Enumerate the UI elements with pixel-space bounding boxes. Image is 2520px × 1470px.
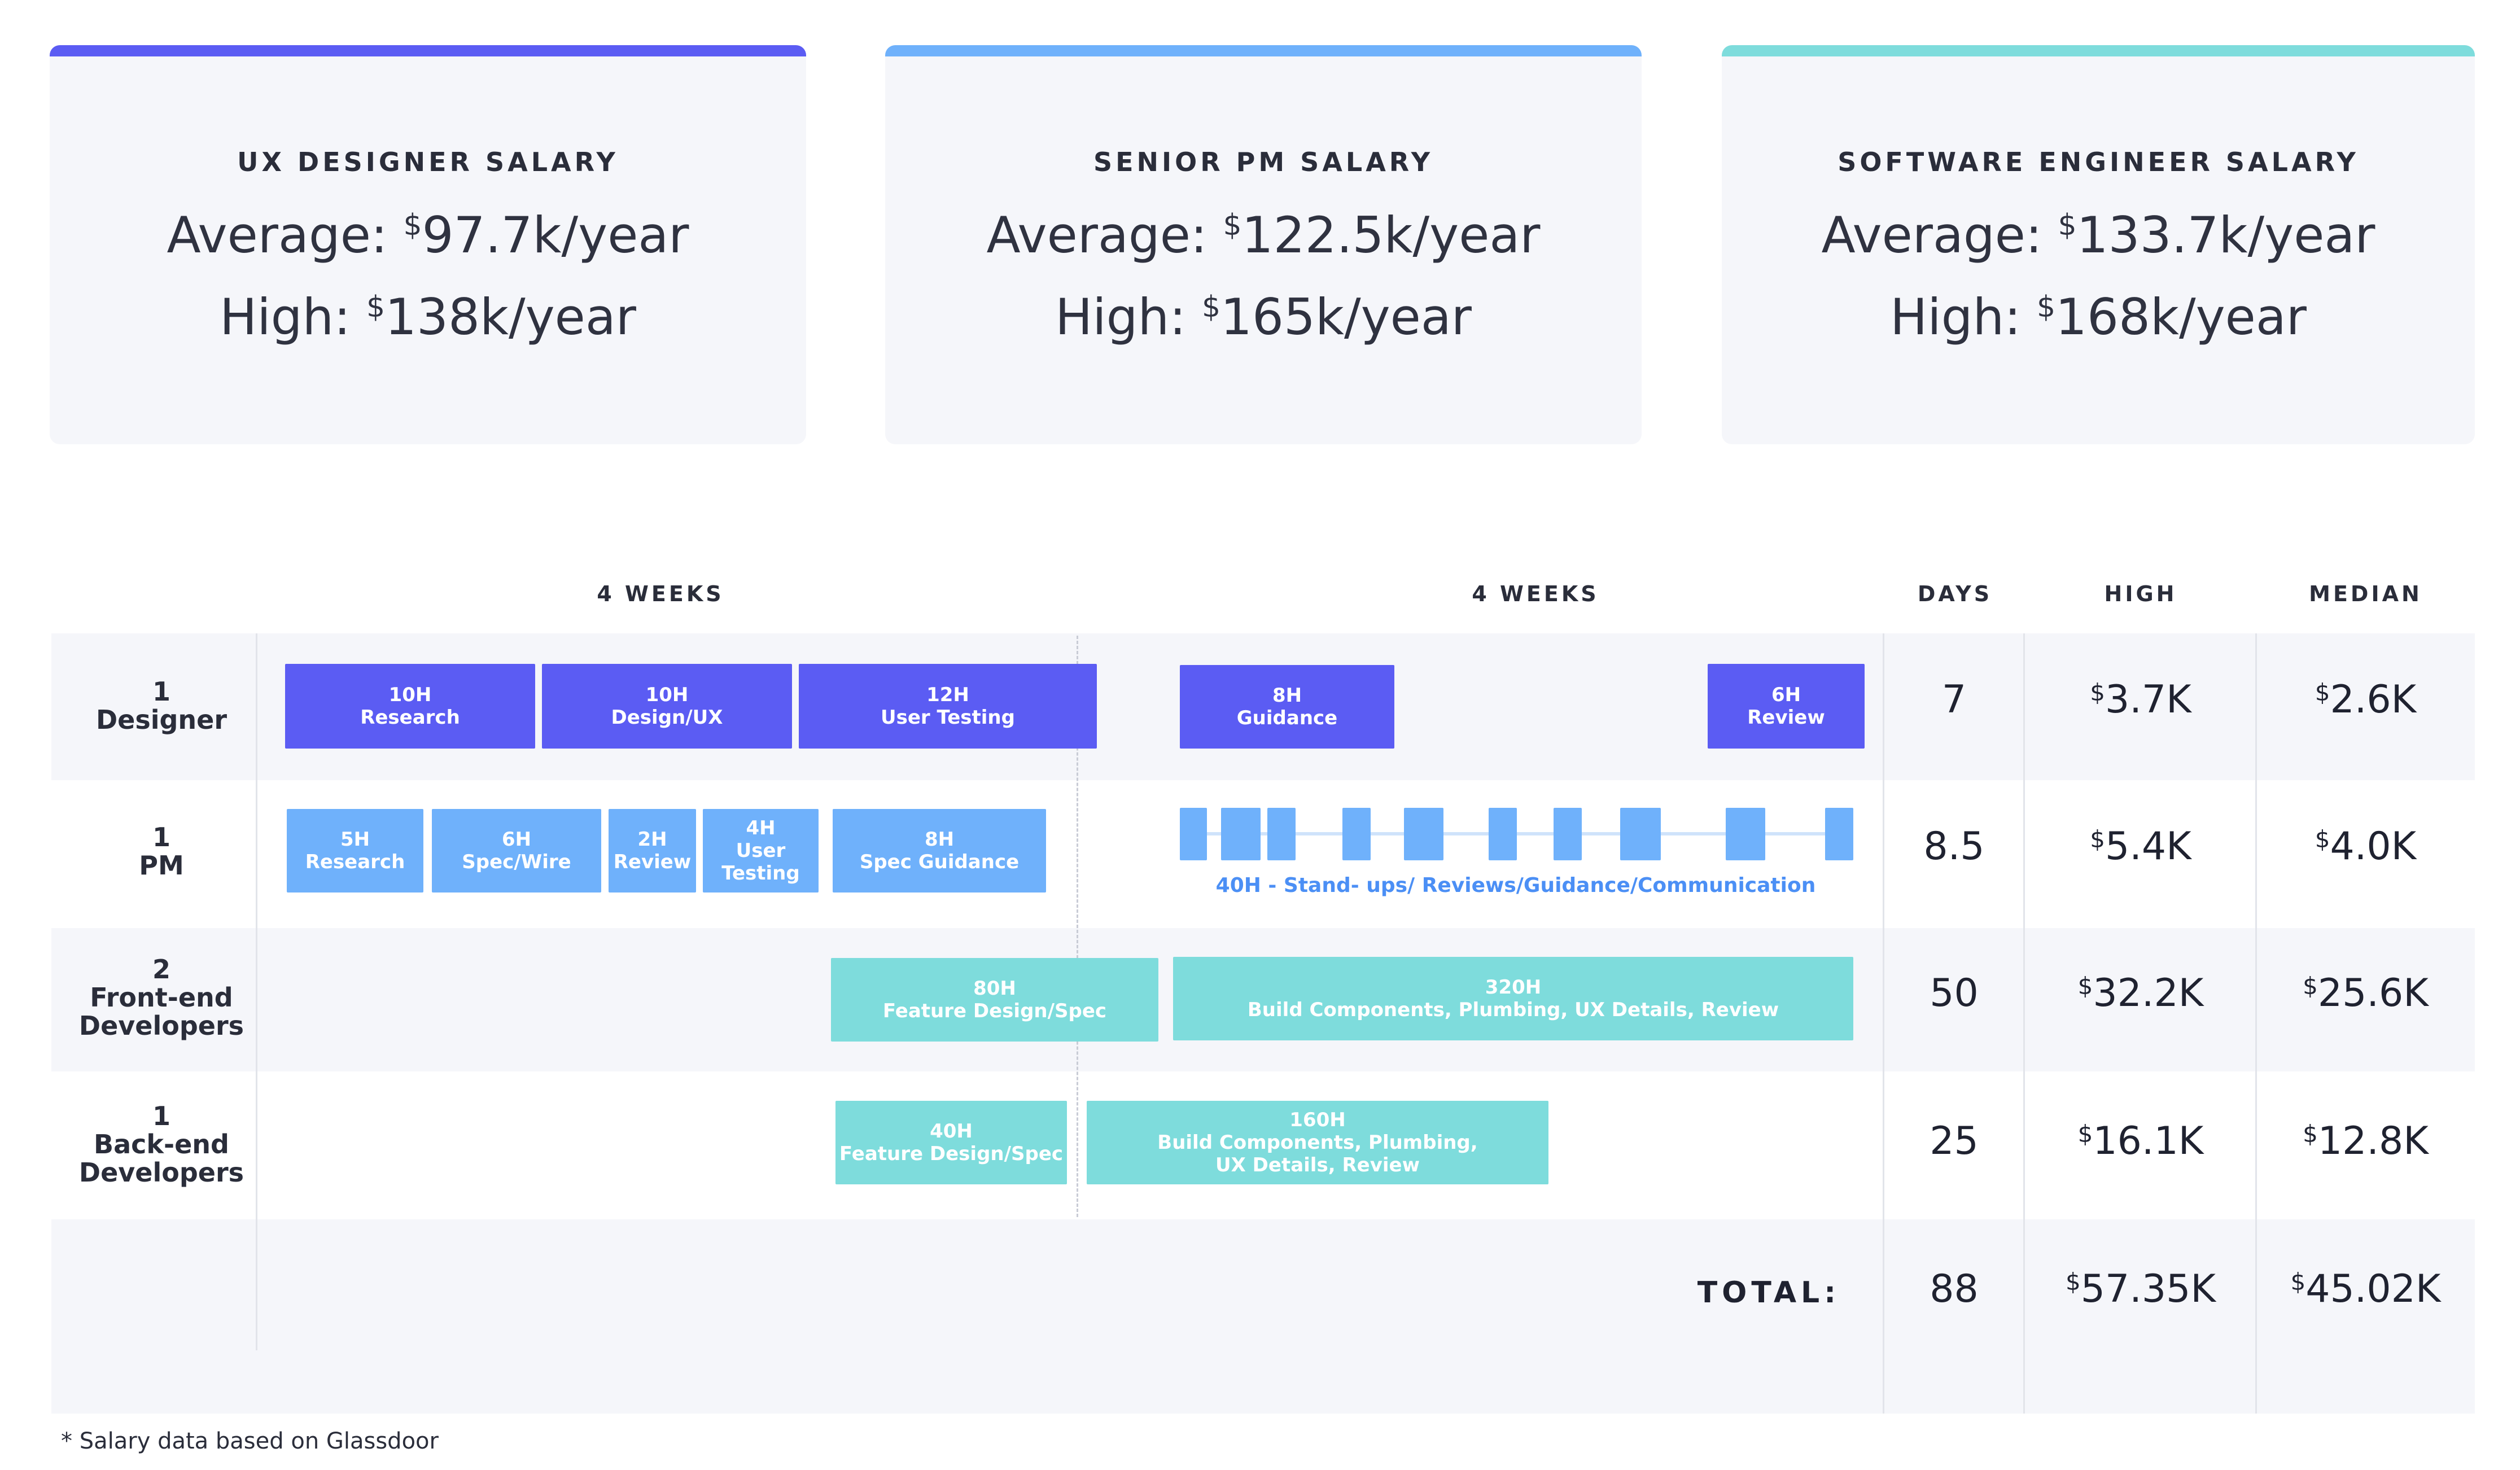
pm-ongoing-tick xyxy=(1404,808,1443,860)
card-average: Average: $97.7k/year xyxy=(167,206,689,264)
task-pm-user-testing: 4H User Testing xyxy=(703,809,819,893)
frontend-days: 50 xyxy=(1930,971,1979,1016)
pm-days: 8.5 xyxy=(1923,824,1985,869)
card-title: UX DESIGNER SALARY xyxy=(237,147,619,177)
header-weeks-2: 4 WEEKS xyxy=(1472,581,1599,606)
task-designer-guidance: 8H Guidance xyxy=(1180,665,1394,749)
designer-days: 7 xyxy=(1941,677,1967,722)
footnote: * Salary data based on Glassdoor xyxy=(61,1428,439,1454)
task-frontend-feature-design: 80H Feature Design/Spec xyxy=(831,958,1158,1042)
row-label-backend: 1 Back-end Developers xyxy=(78,1101,244,1188)
pm-ongoing-tick xyxy=(1825,808,1853,860)
header-high: HIGH xyxy=(2104,581,2177,606)
task-backend-build: 160H Build Components, Plumbing, UX Detail… xyxy=(1087,1101,1548,1184)
header-weeks-1: 4 WEEKS xyxy=(597,581,724,606)
pm-median: $4.0K xyxy=(2315,824,2417,869)
card-accent-bar xyxy=(1722,45,2475,56)
row-total-bg xyxy=(51,1219,2475,1414)
total-high: $57.35K xyxy=(2066,1267,2216,1311)
card-title: SENIOR PM SALARY xyxy=(1093,147,1434,177)
card-average: Average: $122.5k/year xyxy=(986,206,1541,264)
frontend-high: $32.2K xyxy=(2077,971,2204,1016)
pm-ongoing-tick xyxy=(1554,808,1582,860)
card-average: Average: $133.7k/year xyxy=(1821,206,2375,264)
backend-median: $12.8K xyxy=(2303,1119,2429,1163)
pm-ongoing-tick xyxy=(1180,808,1207,860)
card-high: High: $168k/year xyxy=(1890,288,2307,346)
total-label: TOTAL: xyxy=(1697,1276,1840,1310)
card-high: High: $138k/year xyxy=(220,288,636,346)
task-designer-research: 10H Research xyxy=(285,664,535,749)
backend-days: 25 xyxy=(1930,1119,1979,1163)
pm-high: $5.4K xyxy=(2090,824,2191,869)
task-backend-feature-design: 40H Feature Design/Spec xyxy=(835,1101,1067,1184)
task-pm-review: 2H Review xyxy=(609,809,696,893)
salary-card-ux-designer: UX DESIGNER SALARY Average: $97.7k/year … xyxy=(50,45,806,444)
row-label-pm: 1 PM xyxy=(139,822,184,881)
row-label-designer: 1 Designer xyxy=(95,676,228,735)
card-accent-bar xyxy=(50,45,806,56)
task-pm-spec-wire: 6H Spec/Wire xyxy=(432,809,601,893)
card-title: SOFTWARE ENGINEER SALARY xyxy=(1838,147,2359,177)
row-label-frontend: 2 Front-end Developers xyxy=(78,954,244,1041)
task-pm-research: 5H Research xyxy=(287,809,423,893)
total-median: $45.02K xyxy=(2290,1267,2441,1311)
card-high: High: $165k/year xyxy=(1055,288,1472,346)
task-designer-user-testing: 12H User Testing xyxy=(799,664,1097,749)
total-days: 88 xyxy=(1930,1267,1979,1311)
designer-median: $2.6K xyxy=(2315,677,2417,722)
pm-ongoing-tick xyxy=(1267,808,1296,860)
backend-high: $16.1K xyxy=(2077,1119,2204,1163)
task-designer-design-ux: 10H Design/UX xyxy=(542,664,792,749)
header-median: MEDIAN xyxy=(2309,581,2422,606)
designer-high: $3.7K xyxy=(2090,677,2191,722)
task-frontend-build: 320H Build Components, Plumbing, UX Detai… xyxy=(1173,957,1853,1040)
pm-ongoing-tick xyxy=(1489,808,1517,860)
salary-card-software-engineer: SOFTWARE ENGINEER SALARY Average: $133.7… xyxy=(1722,45,2475,444)
pm-ongoing-tick xyxy=(1620,808,1661,860)
frontend-median: $25.6K xyxy=(2303,971,2429,1016)
task-pm-spec-guidance: 8H Spec Guidance xyxy=(833,809,1046,893)
salary-card-senior-pm: SENIOR PM SALARY Average: $122.5k/year H… xyxy=(885,45,1642,444)
header-days: DAYS xyxy=(1917,581,1993,606)
pm-ongoing-tick xyxy=(1342,808,1371,860)
pm-ongoing-label: 40H - Stand- ups/ Reviews/Guidance/Commu… xyxy=(1215,874,1816,897)
card-accent-bar xyxy=(885,45,1642,56)
pm-ongoing-tick xyxy=(1221,808,1261,860)
pm-ongoing-tick xyxy=(1726,808,1765,860)
task-designer-review: 6H Review xyxy=(1708,664,1865,749)
